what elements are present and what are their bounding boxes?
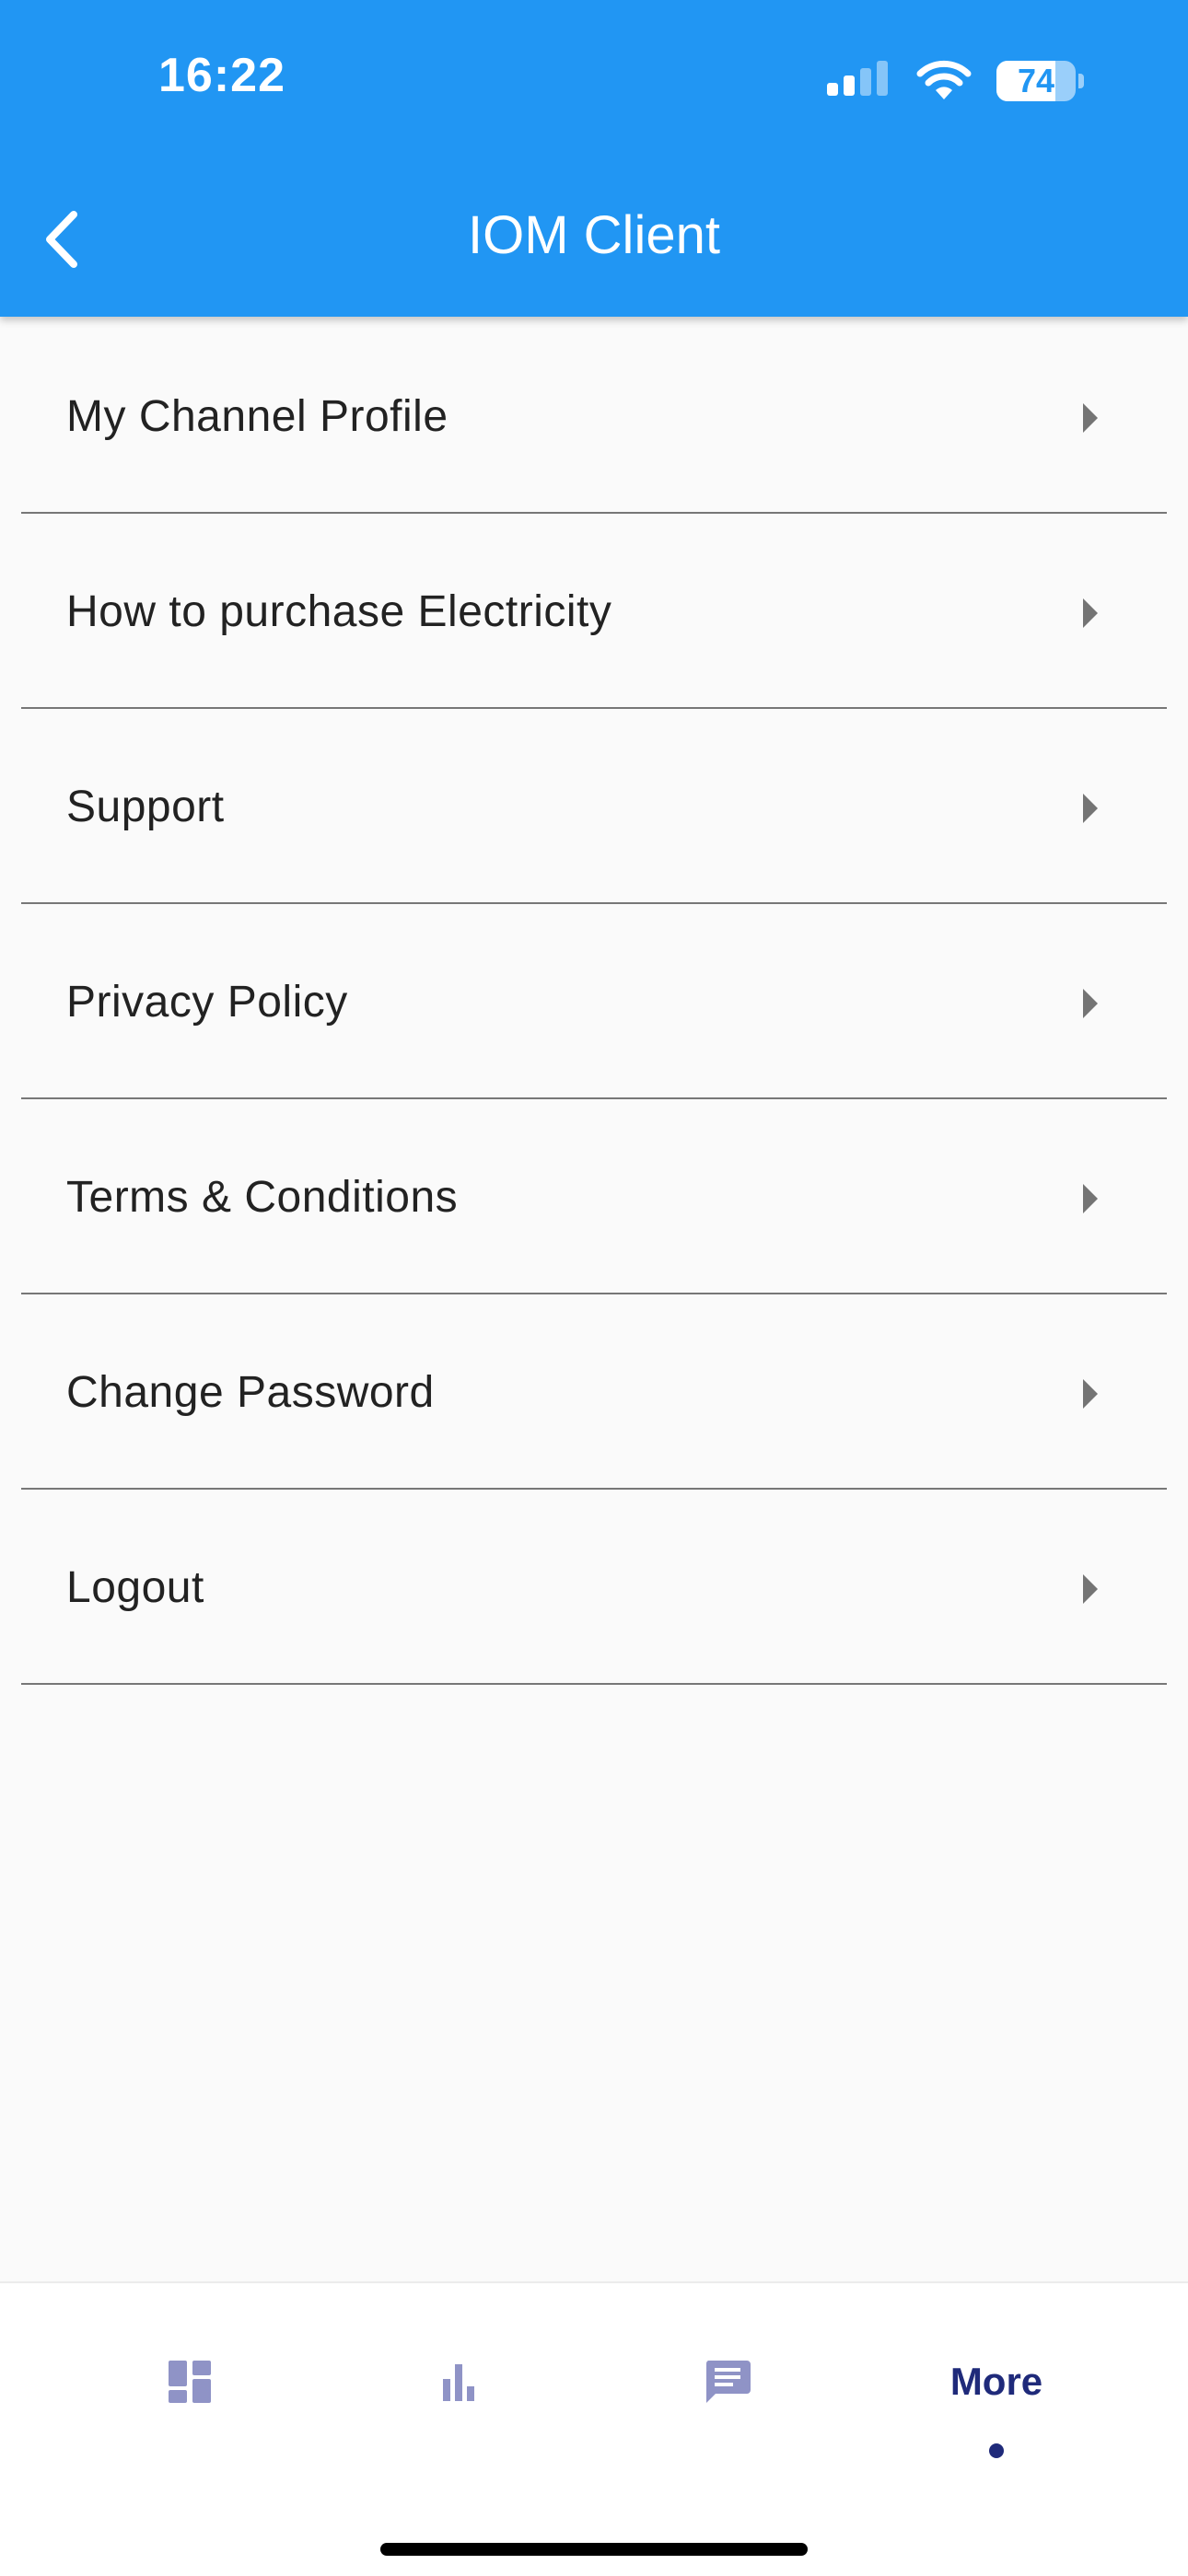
menu-item-label: Privacy Policy [66,977,348,1027]
menu-list: My Channel Profile How to purchase Elect… [0,319,1188,1685]
nav-item-more[interactable]: More [923,2331,1070,2432]
menu-item-label: Terms & Conditions [66,1172,459,1222]
wifi-icon [916,60,972,99]
battery-tip [1078,74,1084,88]
home-indicator[interactable] [380,2543,808,2556]
nav-item-statistics[interactable] [385,2331,532,2432]
bottom-navigation: More [0,2281,1188,2576]
menu-item-logout[interactable]: Logout [0,1490,1188,1685]
menu-item-change-password[interactable]: Change Password [0,1294,1188,1490]
nav-item-dashboard[interactable] [116,2331,263,2432]
arrow-right-icon [1083,403,1098,433]
menu-item-label: How to purchase Electricity [66,586,612,636]
arrow-right-icon [1083,1184,1098,1213]
menu-item-support[interactable]: Support [0,709,1188,904]
menu-item-how-to-purchase-electricity[interactable]: How to purchase Electricity [0,514,1188,709]
app-bar: 16:22 74 IOM Client [0,0,1188,317]
nav-item-messages[interactable] [654,2331,801,2432]
menu-item-label: Change Password [66,1367,435,1417]
menu-item-my-channel-profile[interactable]: My Channel Profile [0,319,1188,514]
arrow-right-icon [1083,1379,1098,1409]
battery-level: 74 [1017,62,1055,99]
menu-item-label: Support [66,782,225,831]
arrow-right-icon [1083,1574,1098,1604]
cellular-signal-icon [827,61,888,96]
menu-item-label: Logout [66,1562,204,1612]
bar-chart-icon [443,2364,474,2401]
arrow-right-icon [1083,794,1098,823]
arrow-right-icon [1083,989,1098,1018]
status-time: 16:22 [158,49,285,102]
battery-body: 74 [996,61,1076,101]
active-indicator-dot [989,2443,1004,2458]
page-title: IOM Client [468,205,720,265]
menu-item-privacy-policy[interactable]: Privacy Policy [0,904,1188,1099]
menu-item-label: My Channel Profile [66,391,448,441]
battery-icon: 74 [996,59,1085,103]
message-icon [705,2361,751,2403]
menu-item-terms-conditions[interactable]: Terms & Conditions [0,1099,1188,1294]
status-icons: 74 [825,55,1085,107]
dashboard-icon [169,2361,211,2403]
arrow-right-icon [1083,598,1098,628]
